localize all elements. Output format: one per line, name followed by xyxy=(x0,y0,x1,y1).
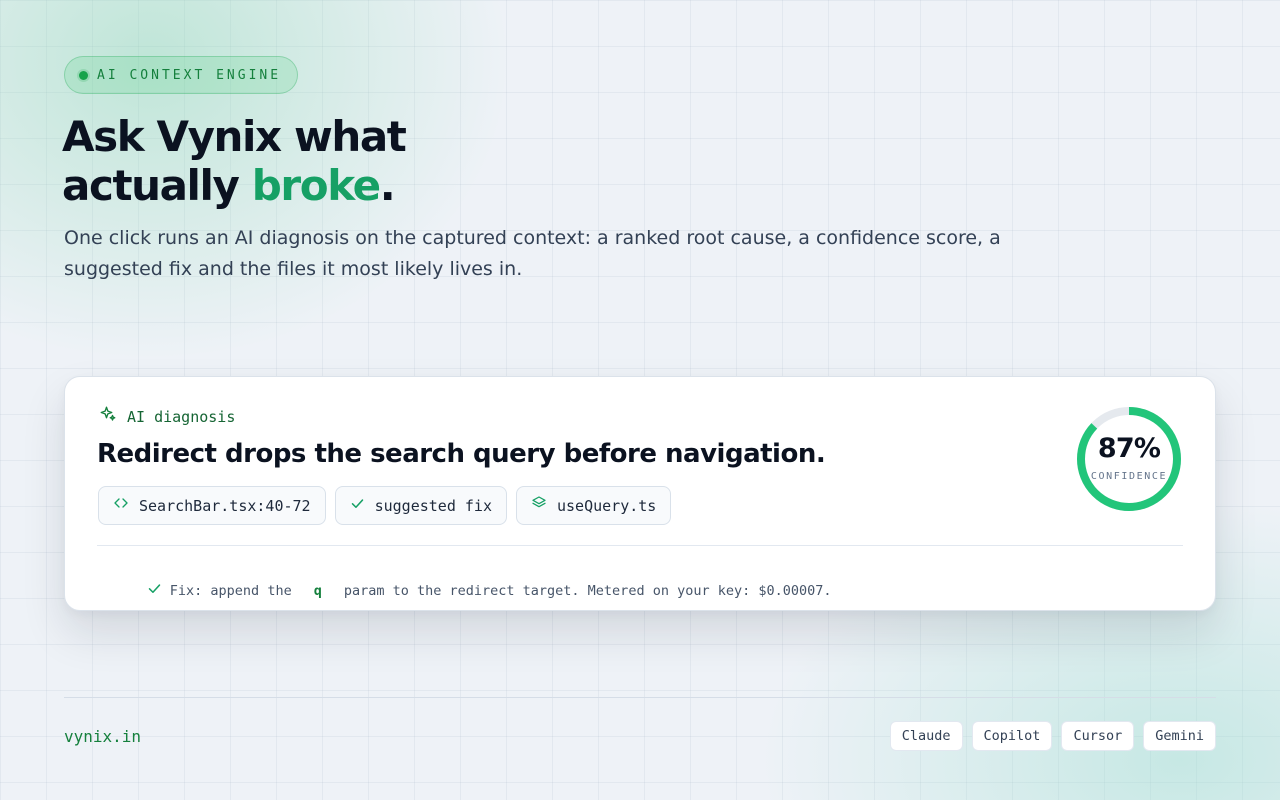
confidence-label: CONFIDENCE xyxy=(1090,471,1168,482)
chip-row: SearchBar.tsx:40-72 suggested fix useQue… xyxy=(98,486,672,525)
code-icon xyxy=(113,495,129,516)
tool-badge-cursor: Cursor xyxy=(1061,721,1135,751)
page-title: Ask Vynix what actually broke. xyxy=(62,112,407,210)
card-label-text: AI diagnosis xyxy=(127,407,236,426)
card-label: AI diagnosis xyxy=(99,405,235,428)
layers-icon xyxy=(531,495,547,516)
check-icon xyxy=(350,496,365,516)
diagnosis-card: AI diagnosis Redirect drops the search q… xyxy=(64,376,1216,611)
page-subtitle: One click runs an AI diagnosis on the ca… xyxy=(64,227,1001,280)
confidence-value: 87% xyxy=(1097,433,1161,464)
eyebrow-label: AI CONTEXT ENGINE xyxy=(97,67,282,83)
fix-line: Fix: append the q param to the redirect ta… xyxy=(98,565,832,616)
chip-file-usequery[interactable]: useQuery.ts xyxy=(516,486,672,525)
tool-badge-gemini: Gemini xyxy=(1143,721,1216,751)
title-line-1: Ask Vynix what xyxy=(62,112,407,161)
tool-list: Claude Copilot Cursor Gemini xyxy=(889,721,1216,751)
chip-file-searchbar[interactable]: SearchBar.tsx:40-72 xyxy=(98,486,326,525)
chip-label: suggested fix xyxy=(374,496,492,515)
title-line-2-prefix: actually xyxy=(62,161,252,210)
check-icon xyxy=(98,565,162,616)
diagnosis-title: Redirect drops the search query before n… xyxy=(97,439,826,469)
card-divider xyxy=(97,545,1183,546)
fix-suffix: param to the redirect target. Metered on… xyxy=(343,582,832,599)
fix-code-param: q xyxy=(313,582,322,599)
fix-prefix: Fix: append the xyxy=(169,582,292,599)
chip-suggested-fix[interactable]: suggested fix xyxy=(334,486,507,525)
chip-label: useQuery.ts xyxy=(557,496,657,515)
footer-divider xyxy=(64,697,1216,698)
confidence-gauge: 87% CONFIDENCE xyxy=(1075,405,1183,513)
sparkle-icon xyxy=(99,405,117,428)
tool-badge-copilot: Copilot xyxy=(971,721,1053,751)
eyebrow-badge: AI CONTEXT ENGINE xyxy=(64,56,299,94)
tool-badge-claude: Claude xyxy=(889,721,963,751)
title-accent-word: broke xyxy=(251,161,381,210)
title-suffix: . xyxy=(379,161,396,210)
status-dot-icon xyxy=(79,70,88,80)
chip-label: SearchBar.tsx:40-72 xyxy=(139,496,311,515)
site-link[interactable]: vynix.in xyxy=(64,727,141,746)
